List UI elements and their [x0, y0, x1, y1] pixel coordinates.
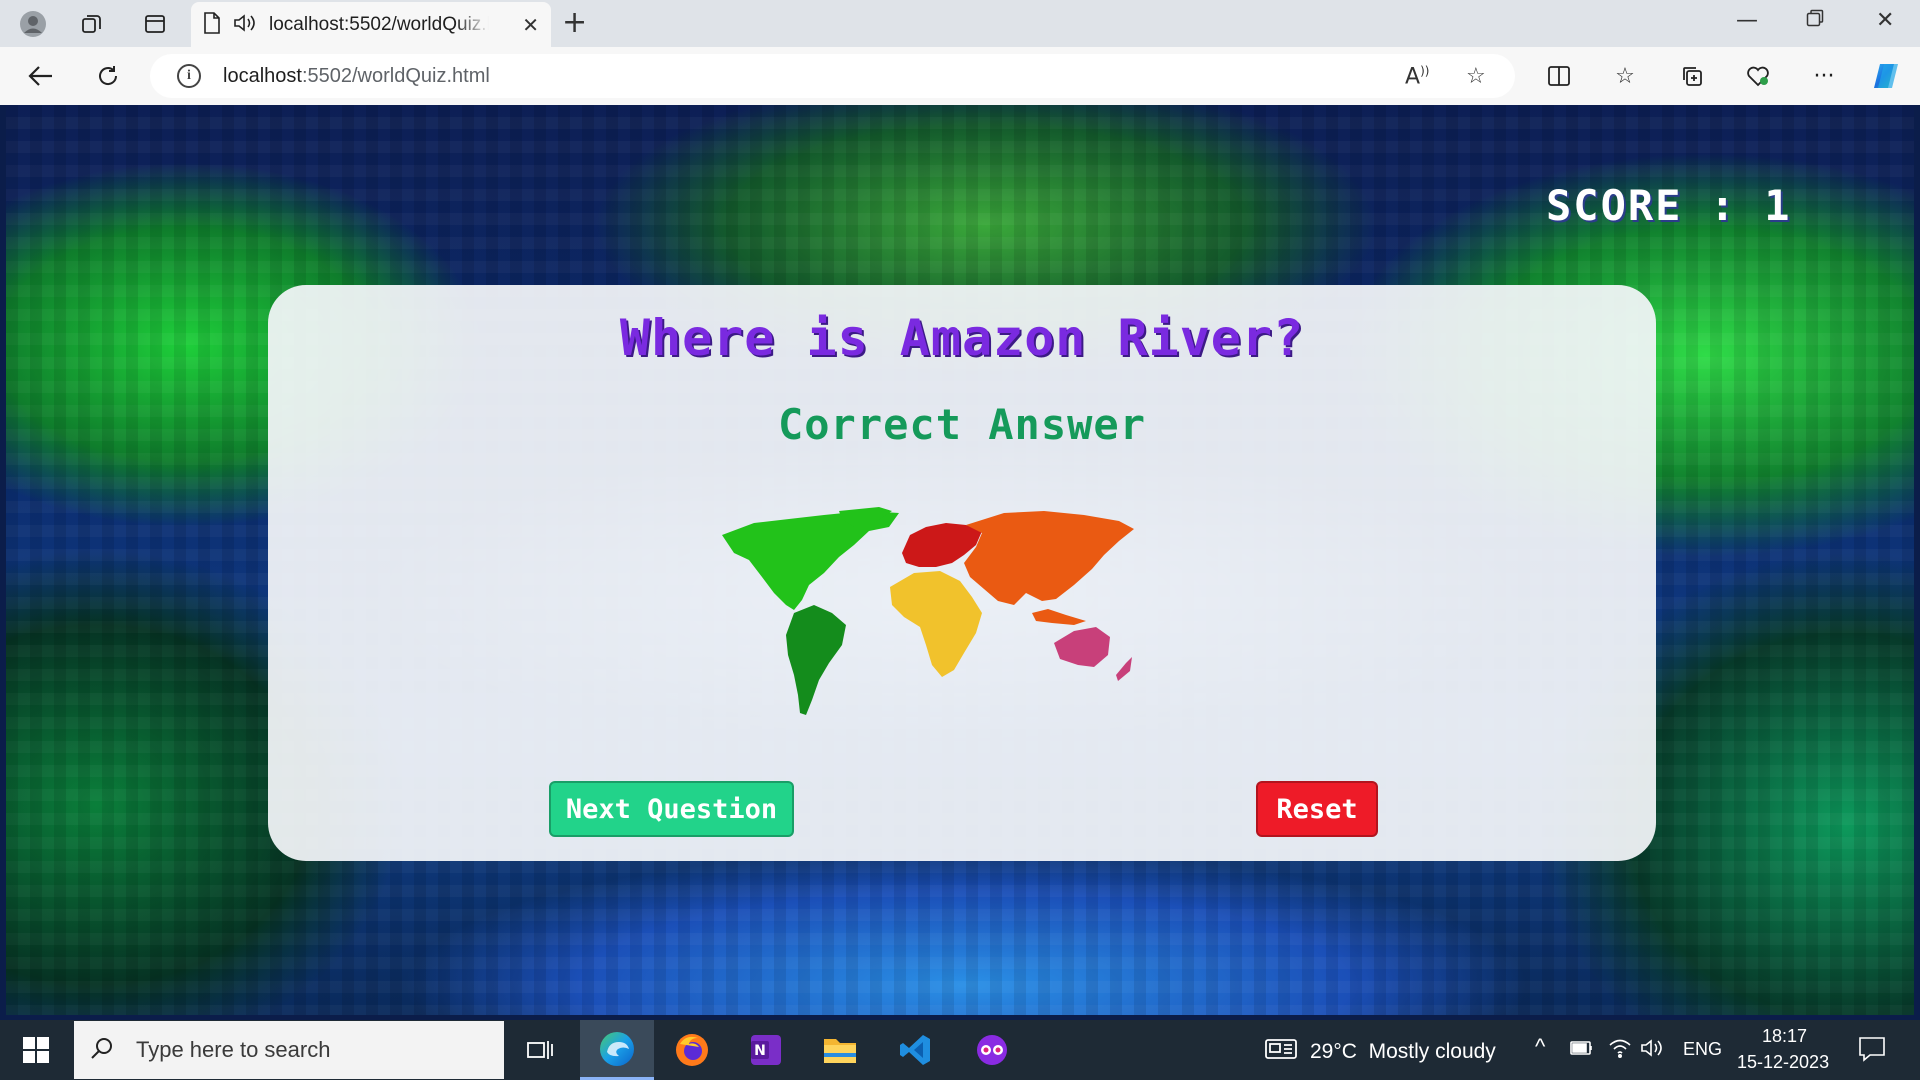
wifi-icon[interactable] [1608, 1038, 1632, 1063]
vertical-tabs-icon[interactable] [140, 9, 170, 39]
africa-region[interactable] [890, 571, 982, 677]
svg-text:N: N [754, 1043, 766, 1059]
workspaces-icon[interactable] [77, 9, 107, 39]
weather-icon [1264, 1037, 1298, 1067]
taskbar-search-box[interactable]: Type here to search [74, 1021, 504, 1079]
url-text: localhost:5502/worldQuiz.html [223, 64, 490, 87]
oceania-region[interactable] [1054, 627, 1110, 667]
search-placeholder: Type here to search [136, 1037, 331, 1062]
southeast-asia-islands-region[interactable] [1032, 609, 1086, 625]
favorite-star-icon[interactable]: ☆ [1466, 64, 1486, 89]
vscode-app-icon[interactable] [879, 1020, 953, 1080]
favorites-icon[interactable]: ☆ [1609, 60, 1641, 92]
weather-text: 29°C Mostly cloudy [1310, 1040, 1496, 1063]
address-bar-row: i localhost:5502/worldQuiz.html A)) ☆ ☆ … [0, 47, 1920, 105]
next-question-button[interactable]: Next Question [549, 781, 794, 837]
quiz-card: Where is Amazon River? Correct Answer Ne… [268, 285, 1656, 861]
weather-widget[interactable]: 29°C Mostly cloudy [1264, 1037, 1496, 1067]
edge-app-icon[interactable] [580, 1020, 654, 1080]
refresh-icon[interactable] [92, 60, 124, 92]
page-icon [203, 11, 221, 38]
restore-icon[interactable] [1806, 8, 1824, 33]
browser-essentials-icon[interactable] [1742, 60, 1774, 92]
collections-icon[interactable] [1676, 60, 1708, 92]
onenote-app-icon[interactable]: N [729, 1020, 803, 1080]
profile-icon[interactable] [18, 9, 48, 39]
back-icon[interactable] [25, 60, 57, 92]
score-display: SCORE : 1 [1546, 181, 1792, 230]
task-view-icon[interactable] [503, 1020, 577, 1080]
read-aloud-icon[interactable]: A)) [1405, 64, 1429, 89]
clock-date[interactable]: 15-12-2023 [1737, 1052, 1829, 1073]
reset-button[interactable]: Reset [1256, 781, 1378, 837]
minimize-icon[interactable]: — [1736, 8, 1758, 33]
close-window-icon[interactable]: ✕ [1876, 8, 1894, 33]
question-text: Where is Amazon River? [619, 309, 1305, 367]
south-america-region[interactable] [786, 605, 846, 715]
notifications-icon[interactable] [1858, 1036, 1886, 1067]
clock-time[interactable]: 18:17 [1762, 1026, 1807, 1047]
taskbar: Type here to search N 29°C Mostly cloudy… [0, 1020, 1920, 1080]
tab-title: localhost:5502/worldQuiz.html [269, 13, 489, 35]
address-field[interactable]: i localhost:5502/worldQuiz.html A)) ☆ [150, 54, 1515, 98]
site-info-icon[interactable]: i [177, 64, 201, 88]
split-screen-icon[interactable] [1543, 60, 1575, 92]
file-explorer-app-icon[interactable] [803, 1020, 877, 1080]
close-tab-icon[interactable]: ✕ [522, 13, 539, 37]
tab-bar: localhost:5502/worldQuiz.html ✕ + — ✕ [0, 0, 1920, 47]
audio-playing-icon[interactable] [233, 12, 257, 38]
browser-tab-active[interactable]: localhost:5502/worldQuiz.html ✕ [191, 2, 551, 47]
windows-start-icon[interactable] [0, 1020, 72, 1080]
show-hidden-icons-icon[interactable]: ^ [1535, 1034, 1545, 1060]
page-viewport: SCORE : 1 Where is Amazon River? Correct… [6, 105, 1914, 1015]
search-icon [90, 1036, 114, 1064]
firefox-app-icon[interactable] [655, 1020, 729, 1080]
language-indicator[interactable]: ENG [1683, 1039, 1722, 1060]
volume-icon[interactable] [1640, 1038, 1664, 1063]
north-america-region[interactable] [722, 511, 899, 610]
world-map [722, 507, 1134, 715]
answer-feedback: Correct Answer [777, 400, 1146, 449]
asia-region[interactable] [964, 511, 1134, 605]
game-launcher-app-icon[interactable] [955, 1020, 1029, 1080]
new-tab-button[interactable]: + [562, 8, 587, 38]
battery-icon[interactable] [1570, 1040, 1594, 1061]
more-options-icon[interactable]: ··· [1808, 60, 1840, 92]
new-zealand-region[interactable] [1116, 657, 1132, 681]
copilot-icon[interactable] [1870, 60, 1902, 92]
